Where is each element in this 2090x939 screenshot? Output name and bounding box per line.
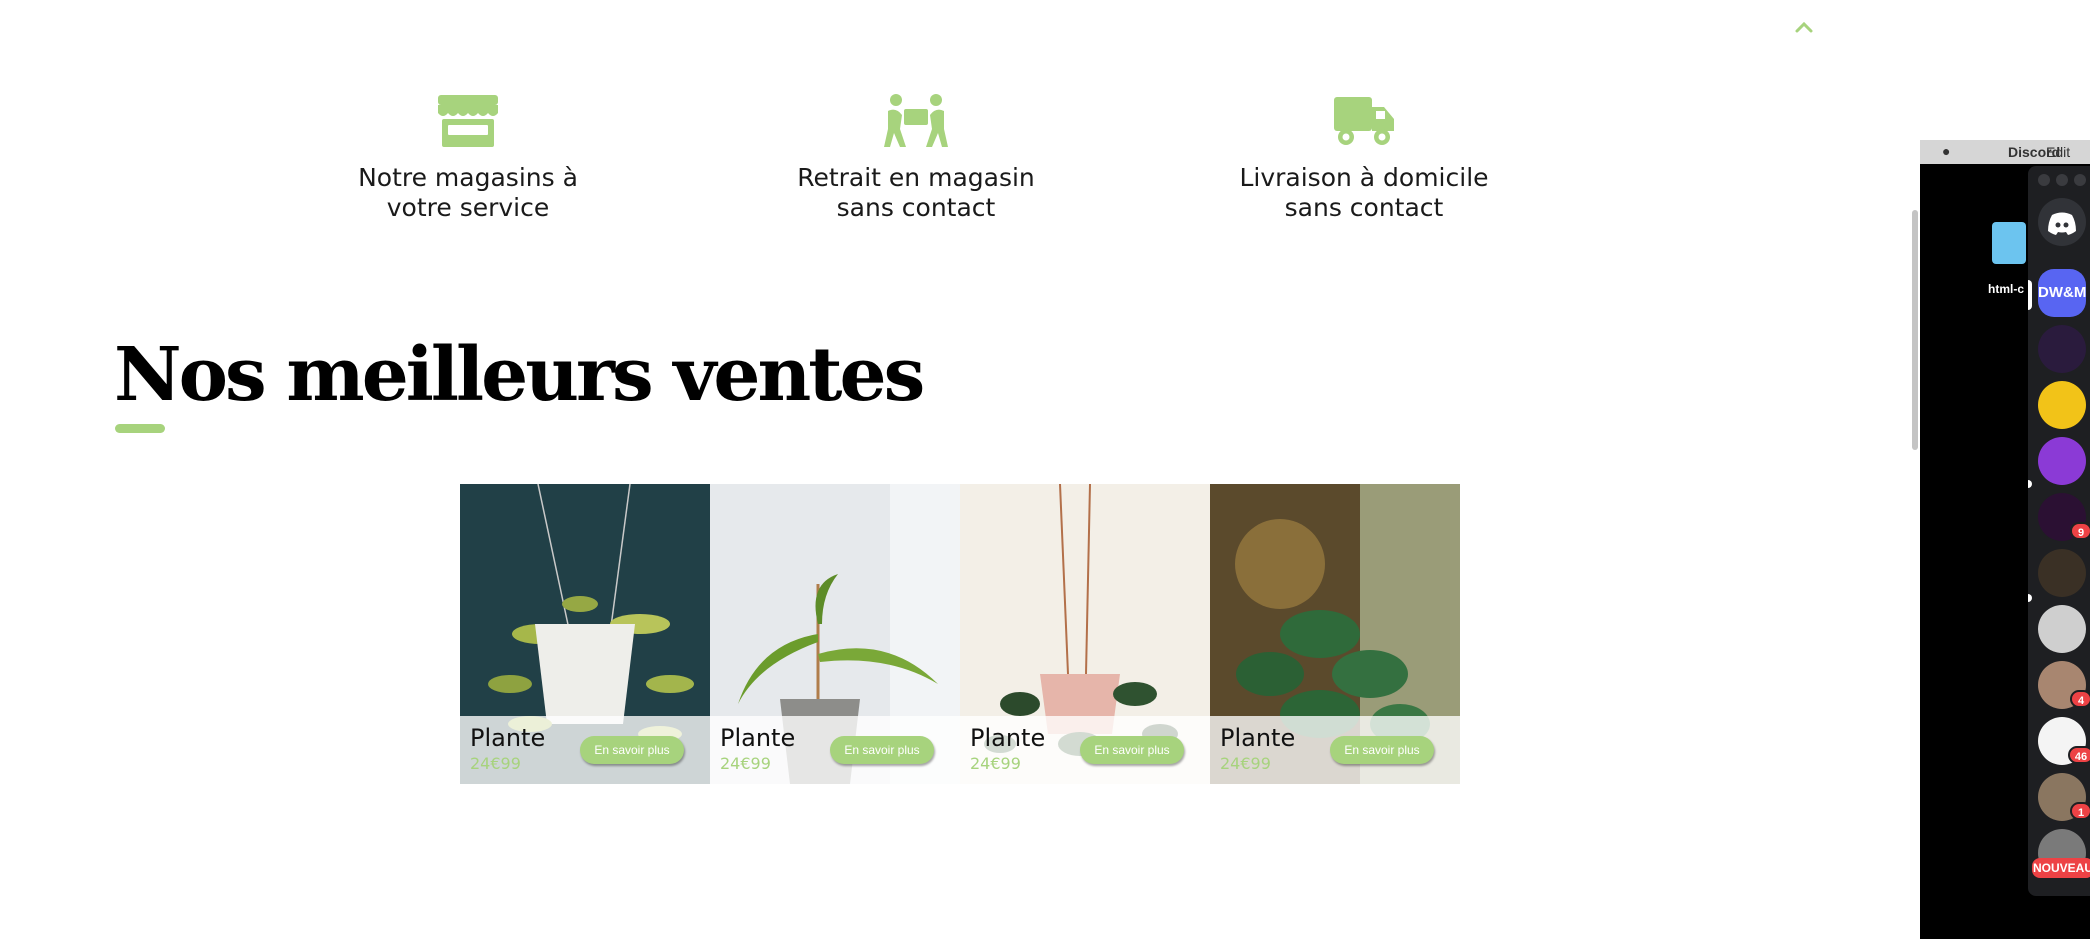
unread-indicator [2028,480,2032,488]
mac-menubar: ● Discord Edit [1920,140,2090,164]
product-name: Plante [720,724,796,752]
unread-indicator [2028,594,2032,602]
server-icon[interactable] [2038,437,2086,485]
store-icon [438,95,498,147]
product-name: Plante [1220,724,1296,752]
product-grid: Plante 24€99 En savoir plus Plante 24€99… [460,484,1460,784]
product-card[interactable]: Plante 24€99 En savoir plus [1210,484,1460,784]
window-control-icon[interactable] [2056,174,2068,186]
service-store: Notre magasins à votre service [308,93,628,223]
more-info-button[interactable]: En savoir plus [580,736,684,764]
discord-home-icon[interactable] [2038,198,2086,246]
mention-badge: 46 [2068,746,2090,764]
server-icon[interactable] [2038,325,2086,373]
folder-icon[interactable] [1992,222,2026,264]
more-info-button[interactable]: En savoir plus [1080,736,1184,764]
page-scrollbar[interactable] [1912,210,1918,450]
product-info: Plante 24€99 En savoir plus [960,716,1210,784]
server-label: DW&M [2038,284,2086,301]
menubar-edit[interactable]: Edit [2046,144,2070,160]
service-label: Retrait en magasin sans contact [797,163,1035,222]
product-name: Plante [970,724,1046,752]
web-page: Notre magasins à votre service Retrait e… [0,0,1920,939]
product-info: Plante 24€99 En savoir plus [710,716,960,784]
server-icon[interactable] [2038,605,2086,653]
title-underline [115,424,165,433]
service-pickup: Retrait en magasin sans contact [756,93,1076,223]
section-title: Nos meilleurs ventes [114,332,925,418]
mention-badge: 9 [2070,522,2090,540]
discord-logo-icon [2048,212,2076,235]
people-carrying-box-icon [884,94,948,147]
service-delivery: Livraison à domicile sans contact [1204,93,1524,223]
product-info: Plante 24€99 En savoir plus [1210,716,1460,784]
product-name: Plante [470,724,546,752]
desktop-overlay: ● Discord Edit html-c DW&M 9 4 46 1 NOUV… [1920,140,2090,939]
server-icon[interactable]: DW&M [2038,269,2086,317]
product-info: Plante 24€99 En savoir plus [460,716,710,784]
window-control-icon[interactable] [2074,174,2086,186]
mention-badge: 1 [2070,802,2090,820]
folder-label: html-c [1988,282,2024,296]
product-price: 24€99 [1220,754,1271,773]
product-card[interactable]: Plante 24€99 En savoir plus [460,484,710,784]
more-info-button[interactable]: En savoir plus [830,736,934,764]
product-price: 24€99 [470,754,521,773]
product-card[interactable]: Plante 24€99 En savoir plus [960,484,1210,784]
more-info-button[interactable]: En savoir plus [1330,736,1434,764]
apple-icon[interactable]: ● [1942,143,1950,159]
service-label: Livraison à domicile sans contact [1239,163,1489,222]
window-control-icon[interactable] [2038,174,2050,186]
server-icon[interactable] [2038,381,2086,429]
product-card[interactable]: Plante 24€99 En savoir plus [710,484,960,784]
discord-server-list: DW&M 9 4 46 1 NOUVEAU [2028,166,2090,896]
chevron-up-icon[interactable] [1792,16,1816,40]
new-badge: NOUVEAU [2032,858,2090,878]
server-icon[interactable] [2038,549,2086,597]
active-server-indicator [2028,280,2032,310]
delivery-truck-icon [1334,97,1394,145]
mention-badge: 4 [2070,690,2090,708]
product-price: 24€99 [720,754,771,773]
product-price: 24€99 [970,754,1021,773]
service-label: Notre magasins à votre service [358,163,578,222]
